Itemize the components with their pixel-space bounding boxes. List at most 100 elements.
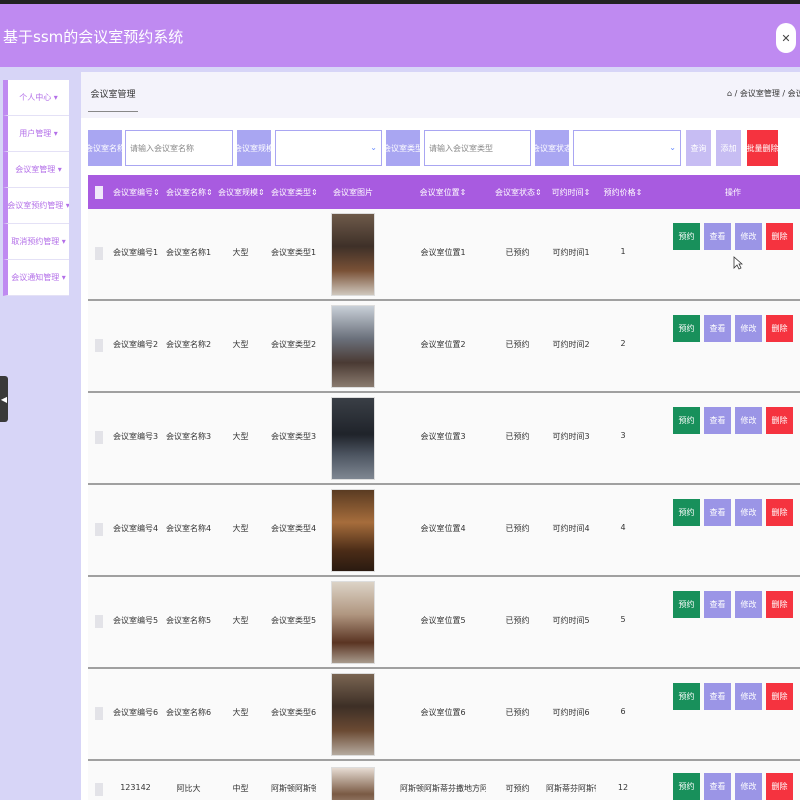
view-button[interactable]: 查看: [704, 773, 731, 800]
row-checkbox[interactable]: [95, 247, 103, 260]
col-code[interactable]: 会议室编号⇕: [113, 187, 158, 198]
book-button[interactable]: 预约: [673, 407, 700, 434]
col-size[interactable]: 会议室规模⇕: [218, 187, 263, 198]
edit-button[interactable]: 修改: [735, 591, 762, 618]
delete-button[interactable]: 删除: [766, 773, 793, 800]
cell-code: 会议室编号3: [113, 432, 158, 441]
row-checkbox[interactable]: [95, 707, 103, 720]
view-button[interactable]: 查看: [704, 499, 731, 526]
row-checkbox[interactable]: [95, 339, 103, 352]
book-button[interactable]: 预约: [673, 223, 700, 250]
delete-button[interactable]: 删除: [766, 591, 793, 618]
row-checkbox[interactable]: [95, 431, 103, 444]
room-image: [331, 673, 375, 756]
cell-type: 会议室类型6: [271, 708, 316, 717]
room-image: [331, 305, 375, 388]
table-row: 会议室编号5 会议室名称5 大型 会议室类型5 会议室位置5 已预约 可约时间5…: [88, 577, 800, 669]
view-button[interactable]: 查看: [704, 223, 731, 250]
cell-time: 可约时间5: [552, 616, 590, 625]
sidebar-item-cancellations[interactable]: 取消预约管理 ▾: [3, 224, 69, 260]
cell-price: 12: [617, 783, 629, 792]
cell-type: 会议室类型2: [271, 340, 316, 349]
room-type-label: 会议室类型: [386, 130, 420, 166]
col-time[interactable]: 可约时间⇕: [551, 187, 591, 198]
cell-type: 会议室类型1: [271, 248, 316, 257]
add-button[interactable]: 添加: [716, 130, 741, 166]
col-name[interactable]: 会议室名称⇕: [166, 187, 211, 198]
edit-button[interactable]: 修改: [735, 683, 762, 710]
col-image: 会议室图片: [333, 188, 373, 197]
room-status-select[interactable]: ⌄: [573, 130, 681, 166]
cell-code: 会议室编号1: [113, 248, 158, 257]
delete-button[interactable]: 删除: [766, 499, 793, 526]
close-icon[interactable]: ✕: [776, 23, 796, 53]
row-checkbox[interactable]: [95, 615, 103, 628]
book-button[interactable]: 预约: [673, 499, 700, 526]
edit-button[interactable]: 修改: [735, 499, 762, 526]
room-type-input[interactable]: 请输入会议室类型: [424, 130, 531, 166]
cell-name: 会议室名称5: [166, 616, 211, 625]
cell-price: 4: [620, 523, 626, 532]
table-row: 会议室编号2 会议室名称2 大型 会议室类型2 会议室位置2 已预约 可约时间2…: [88, 301, 800, 393]
book-button[interactable]: 预约: [673, 773, 700, 800]
cell-location: 会议室位置1: [420, 248, 466, 257]
cell-time: 可约时间2: [552, 340, 590, 349]
table-row: 会议室编号1 会议室名称1 大型 会议室类型1 会议室位置1 已预约 可约时间1…: [88, 209, 800, 301]
select-all-checkbox[interactable]: [95, 186, 103, 199]
room-name-label: 会议室名称: [88, 130, 122, 166]
cell-name: 会议室名称4: [166, 524, 211, 533]
cell-type: 会议室类型5: [271, 616, 316, 625]
delete-button[interactable]: 删除: [766, 683, 793, 710]
delete-button[interactable]: 删除: [766, 223, 793, 250]
cell-status: 已预约: [505, 432, 530, 441]
edit-button[interactable]: 修改: [735, 223, 762, 250]
cell-status: 可预约: [505, 784, 530, 793]
room-image: [331, 581, 375, 664]
sidebar-item-rooms[interactable]: 会议室管理 ▾: [3, 152, 69, 188]
book-button[interactable]: 预约: [673, 683, 700, 710]
search-bar: 会议室名称 请输入会议室名称 会议室规模 ⌄ 会议室类型 请输入会议室类型 会议…: [88, 130, 800, 166]
cell-name: 会议室名称1: [166, 248, 211, 257]
sidebar-item-notices[interactable]: 会议通知管理 ▾: [3, 260, 69, 296]
sidebar-item-bookings[interactable]: 会议室预约管理 ▾: [3, 188, 69, 224]
cell-time: 可约时间3: [552, 432, 590, 441]
cell-location: 会议室位置4: [420, 524, 466, 533]
tab-room-management[interactable]: 会议室管理: [88, 76, 138, 112]
room-image: [331, 397, 375, 480]
room-name-input[interactable]: 请输入会议室名称: [125, 130, 233, 166]
cell-code: 会议室编号4: [113, 524, 158, 533]
col-location[interactable]: 会议室位置⇕: [408, 187, 478, 198]
tab-bar: 会议室管理 ⌂ / 会议室管理 / 会议室: [81, 72, 800, 118]
view-button[interactable]: 查看: [704, 591, 731, 618]
sidebar-item-profile[interactable]: 个人中心 ▾: [3, 80, 69, 116]
row-checkbox[interactable]: [95, 783, 103, 796]
book-button[interactable]: 预约: [673, 315, 700, 342]
cell-size: 大型: [232, 524, 249, 533]
cell-status: 已预约: [505, 524, 530, 533]
batch-delete-button[interactable]: 批量删除: [747, 130, 778, 166]
book-button[interactable]: 预约: [673, 591, 700, 618]
col-status[interactable]: 会议室状态⇕: [495, 187, 540, 198]
edit-button[interactable]: 修改: [735, 773, 762, 800]
breadcrumb: ⌂ / 会议室管理 / 会议室: [727, 88, 800, 99]
cell-name: 会议室名称6: [166, 708, 211, 717]
room-size-select[interactable]: ⌄: [275, 130, 382, 166]
table-header: 会议室编号⇕ 会议室名称⇕ 会议室规模⇕ 会议室类型⇕ 会议室图片 会议室位置⇕…: [88, 175, 800, 209]
row-checkbox[interactable]: [95, 523, 103, 536]
room-image: [331, 767, 375, 800]
view-button[interactable]: 查看: [704, 407, 731, 434]
query-button[interactable]: 查询: [686, 130, 711, 166]
view-button[interactable]: 查看: [704, 683, 731, 710]
edit-button[interactable]: 修改: [735, 315, 762, 342]
sidebar-item-users[interactable]: 用户管理 ▾: [3, 116, 69, 152]
delete-button[interactable]: 删除: [766, 407, 793, 434]
cell-code: 123142: [120, 783, 151, 792]
cell-size: 大型: [232, 432, 249, 441]
col-type[interactable]: 会议室类型⇕: [271, 187, 316, 198]
col-price[interactable]: 预约价格⇕: [603, 187, 643, 198]
edit-button[interactable]: 修改: [735, 407, 762, 434]
view-button[interactable]: 查看: [704, 315, 731, 342]
delete-button[interactable]: 删除: [766, 315, 793, 342]
collapse-sidebar-icon[interactable]: ◀: [0, 376, 8, 422]
cell-name: 阿比大: [176, 784, 201, 793]
